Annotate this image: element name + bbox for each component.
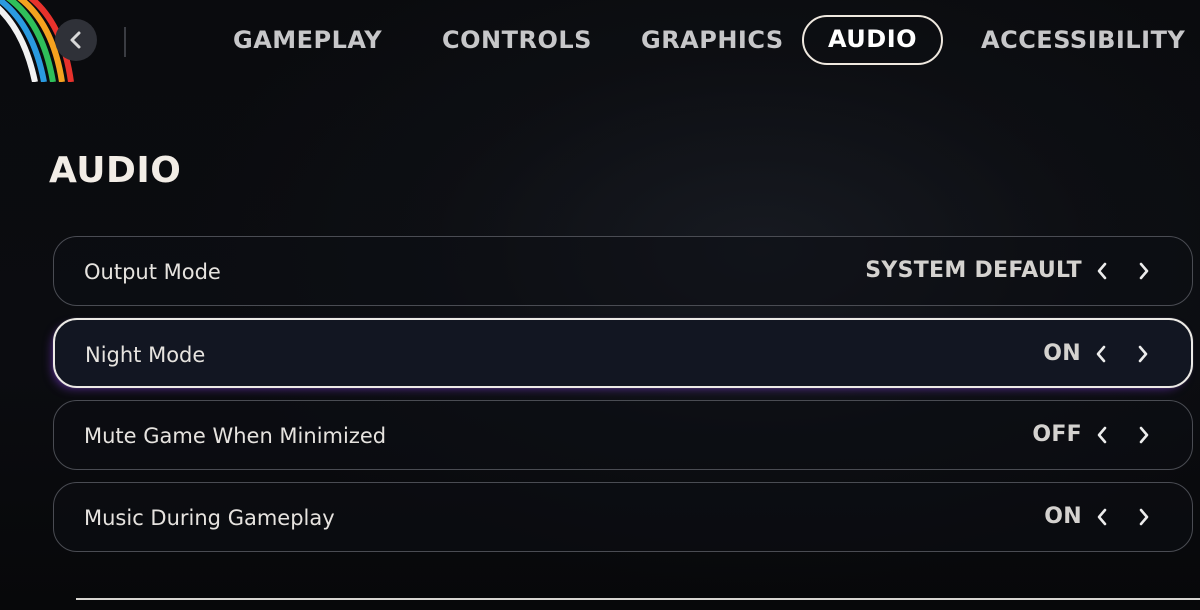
chevron-left-icon[interactable] <box>1092 507 1112 527</box>
chevron-left-icon[interactable] <box>1091 344 1111 364</box>
chevron-right-icon[interactable] <box>1133 344 1153 364</box>
chevron-right-icon[interactable] <box>1134 507 1154 527</box>
section-divider <box>76 598 1200 600</box>
chevron-right-icon[interactable] <box>1134 261 1154 281</box>
setting-row-music-during-gameplay[interactable]: Music During Gameplay ON <box>53 482 1193 552</box>
setting-label: Music During Gameplay <box>84 506 335 530</box>
setting-row-output-mode[interactable]: Output Mode SYSTEM DEFAULT <box>53 236 1193 306</box>
page-title: AUDIO <box>49 150 182 191</box>
chevron-left-icon[interactable] <box>1092 261 1112 281</box>
tab-gameplay[interactable]: GAMEPLAY <box>233 15 382 65</box>
tab-accessibility[interactable]: ACCESSIBILITY <box>981 15 1185 65</box>
back-button[interactable] <box>55 19 97 61</box>
setting-value: ON <box>1044 504 1082 529</box>
setting-label: Output Mode <box>84 260 221 284</box>
setting-row-mute-when-minimized[interactable]: Mute Game When Minimized OFF <box>53 400 1193 470</box>
setting-label: Night Mode <box>85 343 206 367</box>
chevron-left-icon <box>70 31 81 49</box>
chevron-left-icon[interactable] <box>1092 425 1112 445</box>
setting-value: OFF <box>1032 422 1082 447</box>
setting-label: Mute Game When Minimized <box>84 424 387 448</box>
setting-value: ON <box>1043 341 1081 366</box>
nav-divider <box>124 27 126 57</box>
chevron-right-icon[interactable] <box>1134 425 1154 445</box>
tab-graphics[interactable]: GRAPHICS <box>641 15 784 65</box>
setting-value: SYSTEM DEFAULT <box>865 258 1082 283</box>
setting-row-night-mode[interactable]: Night Mode ON <box>53 318 1193 388</box>
tab-audio[interactable]: AUDIO <box>802 15 943 65</box>
tab-controls[interactable]: CONTROLS <box>442 15 592 65</box>
